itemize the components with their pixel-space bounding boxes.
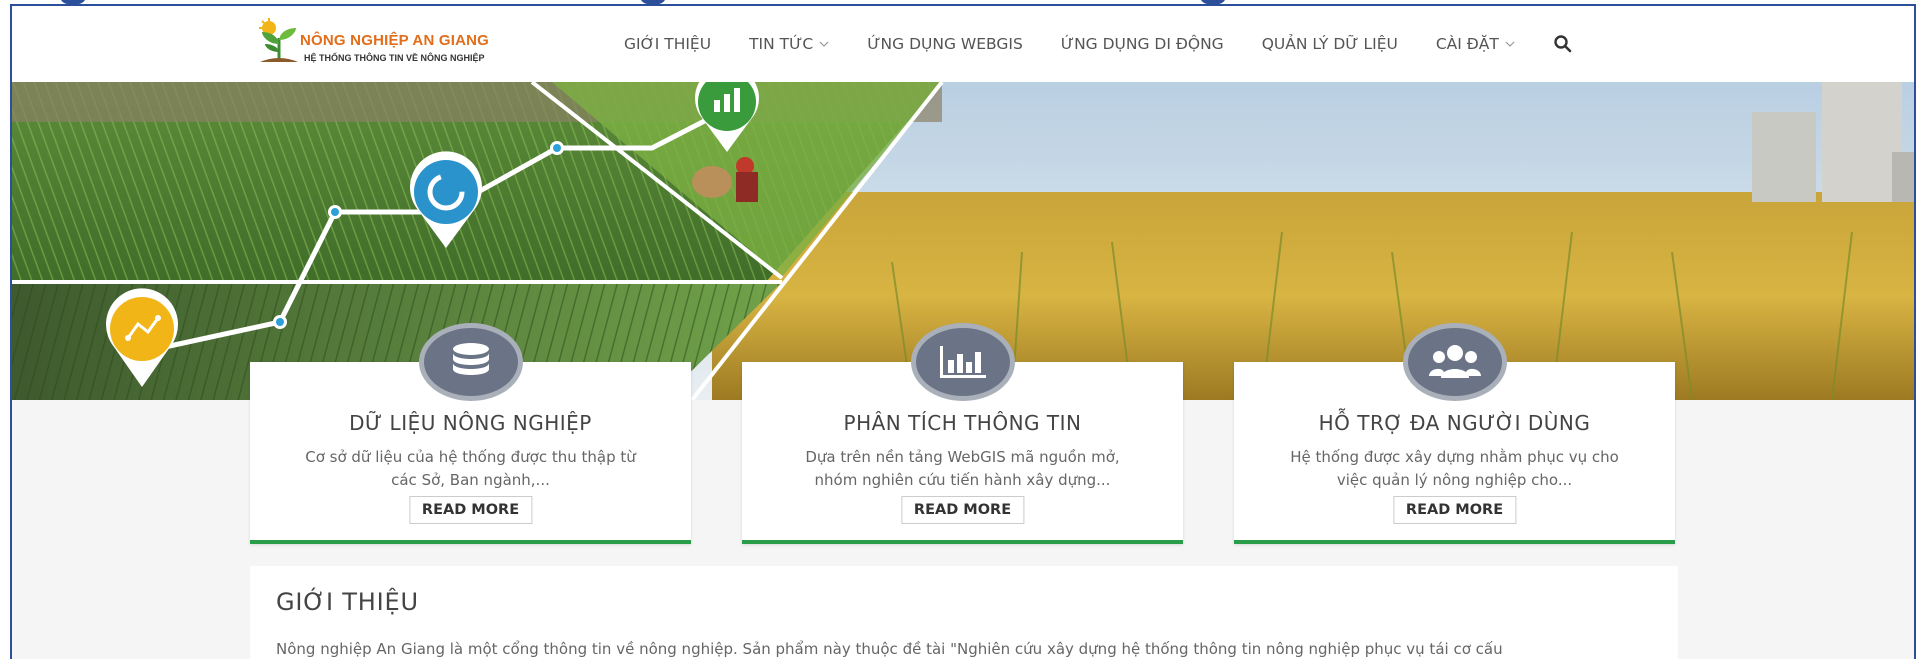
intro-section: GIỚI THIỆU Nông nghiệp An Giang là một c… bbox=[250, 566, 1678, 659]
nav-item-tin-tuc[interactable]: TIN TỨC bbox=[749, 35, 829, 53]
card-icon-badge bbox=[1401, 322, 1509, 402]
card-desc-line: việc quản lý nông nghiệp cho... bbox=[1336, 471, 1573, 489]
intro-text: Nông nghiệp An Giang là một cổng thông t… bbox=[276, 640, 1503, 658]
feature-card-ho-tro: HỖ TRỢ ĐA NGƯỜI DÙNG Hệ thống được xây d… bbox=[1234, 323, 1675, 544]
nav-item-quan-ly-du-lieu[interactable]: QUẢN LÝ DỮ LIỆU bbox=[1262, 35, 1398, 53]
read-more-button[interactable]: READ MORE bbox=[900, 496, 1025, 524]
nav-label: CÀI ĐẶT bbox=[1435, 35, 1499, 53]
card-title: HỖ TRỢ ĐA NGƯỜI DÙNG bbox=[1318, 411, 1591, 435]
search-icon[interactable] bbox=[1553, 34, 1573, 54]
nav-item-webgis[interactable]: ỨNG DỤNG WEBGIS bbox=[867, 35, 1023, 53]
read-more-button[interactable]: READ MORE bbox=[1392, 496, 1517, 524]
nav-label: ỨNG DỤNG WEBGIS bbox=[867, 35, 1023, 53]
chevron-down-icon bbox=[819, 41, 829, 47]
nav-item-gioi-thieu[interactable]: GIỚI THIỆU bbox=[624, 35, 711, 53]
card-desc-line: Hệ thống được xây dựng nhằm phục vụ cho bbox=[1290, 448, 1619, 466]
browser-frame: NÔNG NGHIỆP AN GIANG HỆ THỐNG THÔNG TIN … bbox=[10, 4, 1916, 659]
sprout-logo-icon bbox=[259, 18, 298, 62]
database-icon bbox=[452, 343, 489, 375]
site-header: NÔNG NGHIỆP AN GIANG HỆ THỐNG THÔNG TIN … bbox=[12, 6, 1914, 82]
card-icon-badge bbox=[909, 322, 1017, 402]
card-desc-line: nhóm nghiên cứu tiến hành xây dựng... bbox=[814, 471, 1111, 489]
card-desc-line: Dựa trên nền tảng WebGIS mã nguồn mở, bbox=[805, 448, 1120, 466]
nav-label: GIỚI THIỆU bbox=[624, 35, 712, 53]
nav-item-di-dong[interactable]: ỨNG DỤNG DI ĐỘNG bbox=[1061, 35, 1224, 53]
nav-label: TIN TỨC bbox=[749, 35, 814, 53]
card-desc-line: các Sở, Ban ngành,... bbox=[391, 471, 550, 489]
card-description: Dựa trên nền tảng WebGIS mã nguồn mở, nh… bbox=[770, 446, 1155, 492]
logo-title: NÔNG NGHIỆP AN GIANG bbox=[300, 32, 490, 49]
card-description: Hệ thống được xây dựng nhằm phục vụ cho … bbox=[1262, 446, 1647, 492]
feature-card-du-lieu: DỮ LIỆU NÔNG NGHIỆP Cơ sở dữ liệu của hệ… bbox=[250, 323, 691, 544]
read-more-button[interactable]: READ MORE bbox=[408, 496, 533, 524]
logo-subtitle: HỆ THỐNG THÔNG TIN VỀ NÔNG NGHIỆP bbox=[304, 53, 485, 63]
users-icon bbox=[1428, 345, 1481, 378]
card-title: DỮ LIỆU NÔNG NGHIỆP bbox=[349, 411, 592, 435]
nav-item-cai-dat[interactable]: CÀI ĐẶT bbox=[1436, 35, 1515, 53]
nav-label: QUẢN LÝ DỮ LIỆU bbox=[1261, 35, 1398, 53]
card-title: PHÂN TÍCH THÔNG TIN bbox=[843, 411, 1082, 435]
intro-title: GIỚI THIỆU bbox=[276, 588, 419, 616]
nav-label: ỨNG DỤNG DI ĐỘNG bbox=[1060, 35, 1224, 53]
site-logo[interactable]: NÔNG NGHIỆP AN GIANG HỆ THỐNG THÔNG TIN … bbox=[256, 18, 546, 68]
chevron-down-icon bbox=[1505, 41, 1515, 47]
feature-card-phan-tich: PHÂN TÍCH THÔNG TIN Dựa trên nền tảng We… bbox=[742, 323, 1183, 544]
card-description: Cơ sở dữ liệu của hệ thống được thu thập… bbox=[278, 446, 663, 492]
card-desc-line: Cơ sở dữ liệu của hệ thống được thu thập… bbox=[305, 448, 636, 466]
bar-chart-icon bbox=[939, 346, 986, 378]
main-nav: GIỚI THIỆU TIN TỨC ỨNG DỤNG WEBGIS ỨNG D… bbox=[624, 32, 1573, 56]
card-icon-badge bbox=[417, 322, 525, 402]
